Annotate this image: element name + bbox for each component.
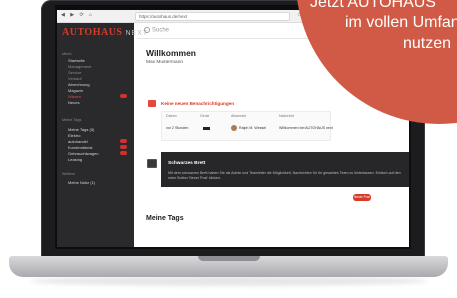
- address-bar[interactable]: https://autohaus.de/next: [135, 12, 290, 21]
- laptop-shadow: [30, 276, 428, 286]
- sidebar-item[interactable]: Magazin: [68, 88, 83, 93]
- search-icon: [144, 27, 150, 33]
- browser-nav-icons[interactable]: ◀ ▶ ⟳ ⌂: [61, 12, 94, 18]
- logo[interactable]: AUTOHAUS NEXT: [62, 27, 148, 38]
- sidebar-badge: [120, 151, 127, 155]
- sidebar-item[interactable]: Abrechnung: [68, 82, 90, 87]
- table-cell: Willkommen bei AUTOHAUS next: [279, 126, 333, 130]
- sidebar-section-tags: Meine Tags: [62, 118, 82, 122]
- bulletin-title: Schwarzes Brett: [168, 161, 206, 166]
- notification-icon: [148, 100, 156, 107]
- laptop-notch: [198, 256, 260, 261]
- table-cell: vor 2 Stunden: [166, 126, 189, 130]
- promo-line-3: nutzen: [403, 35, 452, 52]
- sidebar-section-more: Weitere: [62, 172, 76, 176]
- page-title: Willkommen: [146, 48, 196, 58]
- table-header: Nachricht: [279, 114, 295, 118]
- sidebar-item[interactable]: Neues: [68, 100, 80, 105]
- bulletin-board: [161, 152, 409, 187]
- new-post-button[interactable]: Neuer Post: [353, 194, 371, 201]
- sidebar-item[interactable]: Meine Tags (5): [68, 127, 94, 132]
- avatar: [231, 125, 237, 131]
- sidebar-item[interactable]: Service: [68, 70, 81, 75]
- table-header: Absender: [231, 114, 247, 118]
- sidebar-item[interactable]: Leasing: [68, 157, 82, 162]
- sidebar-section-menu: Menü: [62, 52, 72, 56]
- notification-title: Keine neuen Benachrichtigungen: [161, 101, 234, 106]
- bulletin-icon: [147, 159, 157, 168]
- sidebar-item[interactable]: autohandel: [68, 139, 88, 144]
- logo-text: AUTOHAUS: [62, 27, 123, 38]
- sidebar-item[interactable]: Management: [68, 64, 91, 69]
- sidebar-item[interactable]: Meine Notiz (1): [68, 180, 95, 185]
- sidebar-item[interactable]: Kundendienst: [68, 145, 92, 150]
- promo-line-2: im vollen Umfang: [345, 14, 457, 31]
- sidebar-item[interactable]: Startseite: [68, 58, 85, 63]
- sidebar-badge: [120, 139, 127, 143]
- sidebar-item[interactable]: Verkauf: [68, 76, 82, 81]
- search-field[interactable]: Suche: [144, 27, 169, 34]
- promo-line-1: Jetzt AUTOHAUS: [310, 0, 436, 11]
- bulletin-text: Mit dem schwarzen Brett haben Sie als Ad…: [168, 171, 401, 180]
- tags-heading: Meine Tags: [146, 215, 184, 222]
- sidebar-item[interactable]: Wissen: [68, 94, 81, 99]
- sidebar-badge: [120, 145, 127, 149]
- scene: ◀ ▶ ⟳ ⌂ https://autohaus.de/next ☆ ⋯ ◎ ≡…: [0, 0, 457, 298]
- sidebar-item[interactable]: Elektro: [68, 133, 80, 138]
- table-header: Datum: [166, 114, 177, 118]
- sidebar-item[interactable]: Gebrauchtwagen: [68, 151, 98, 156]
- search-placeholder: Suche: [152, 27, 170, 34]
- table-cell: Ralph M. Wessel: [239, 126, 267, 130]
- user-name: Max Mustermann: [146, 60, 184, 65]
- table-header: Gerät: [200, 114, 209, 118]
- device-icon: [203, 127, 210, 130]
- sidebar-badge: [120, 94, 127, 98]
